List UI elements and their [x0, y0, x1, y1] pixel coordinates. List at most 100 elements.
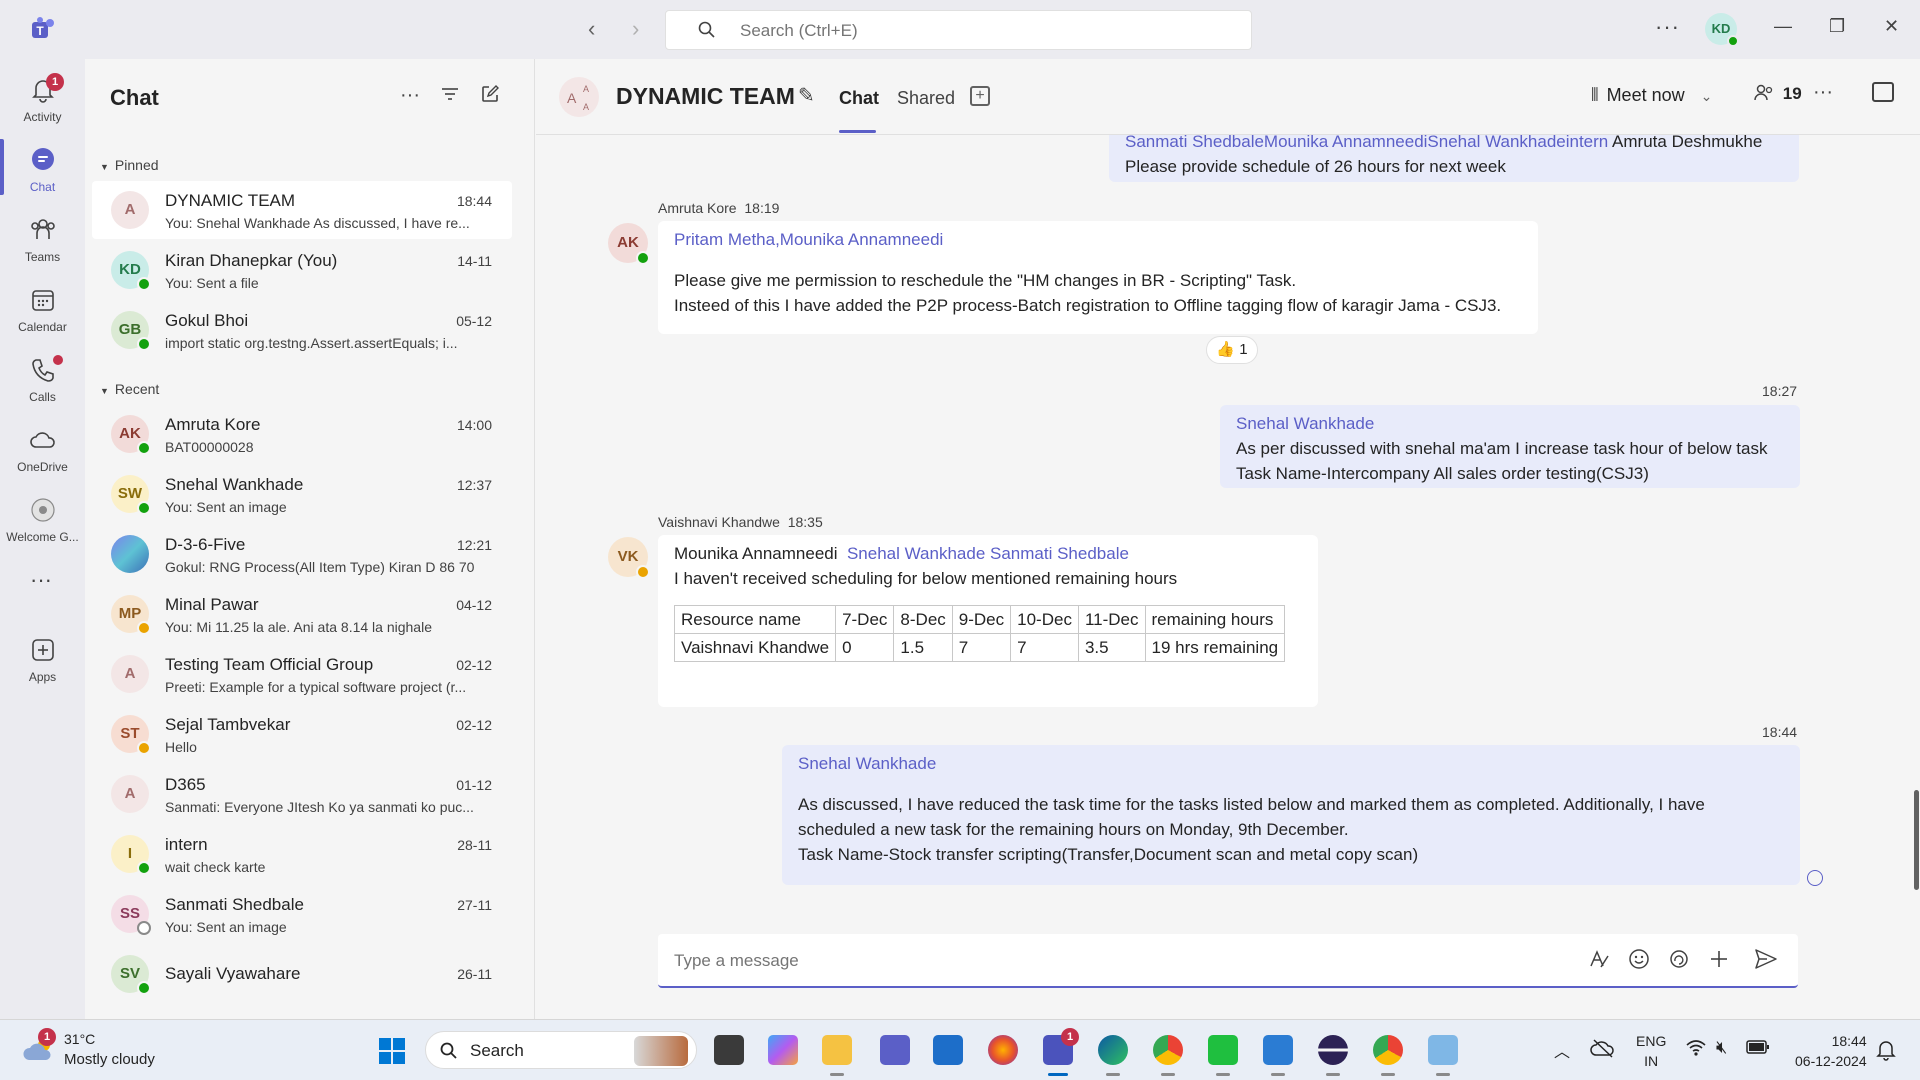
- copilot-icon[interactable]: [768, 1035, 798, 1065]
- tab-shared[interactable]: Shared: [897, 88, 955, 109]
- eclipse-icon[interactable]: [1318, 1035, 1348, 1065]
- meet-now-button[interactable]: ⫴ Meet now ⌄: [1591, 85, 1712, 106]
- taskbar-search[interactable]: Search: [425, 1031, 697, 1069]
- message-text: I haven't received scheduling for below …: [674, 569, 1178, 588]
- send-icon[interactable]: [1754, 948, 1778, 976]
- avatar-initials: MP: [118, 605, 142, 622]
- presence-available-icon: [137, 861, 151, 875]
- chat-item-amruta[interactable]: AK Amruta Kore 14:00 BAT00000028: [92, 405, 512, 463]
- user-avatar[interactable]: KD: [1705, 13, 1739, 47]
- restore-icon[interactable]: ❐: [1829, 16, 1845, 37]
- chat-item-dynamic-team[interactable]: A DYNAMIC TEAM 18:44 You: Snehal Wankhad…: [92, 181, 512, 239]
- reaction-like[interactable]: 👍 1: [1206, 336, 1258, 364]
- chevron-up-icon[interactable]: ︿: [1554, 1038, 1570, 1062]
- message-text: scheduled a new task for the remaining h…: [798, 820, 1349, 839]
- rail-calls[interactable]: Calls: [0, 347, 85, 415]
- participants-button[interactable]: 19: [1754, 84, 1802, 104]
- more-options-icon[interactable]: ···: [1655, 14, 1680, 40]
- rail-onedrive[interactable]: OneDrive: [0, 417, 85, 485]
- pinned-section-header[interactable]: ▼ Pinned: [100, 157, 159, 173]
- rail-more-apps[interactable]: ···: [0, 557, 85, 625]
- avatar: ST: [111, 715, 151, 755]
- more-options-icon[interactable]: ···: [400, 84, 420, 107]
- rail-activity[interactable]: 1 Activity: [0, 67, 85, 135]
- notepad-icon[interactable]: [1263, 1035, 1293, 1065]
- mention[interactable]: Snehal Wankhade: [798, 751, 1784, 776]
- running-indicator: [1161, 1073, 1175, 1076]
- chat-item-sayali[interactable]: SV Sayali Vyawahare 26-11: [92, 945, 512, 1003]
- forward-arrow-icon[interactable]: ›: [632, 16, 639, 42]
- message-time: 18:35: [787, 514, 823, 530]
- format-icon[interactable]: [1588, 948, 1610, 976]
- chat-item-testing-team[interactable]: A Testing Team Official Group 02-12 Pree…: [92, 645, 512, 703]
- chrome-profile-icon[interactable]: [1373, 1035, 1403, 1065]
- rail-calendar[interactable]: Calendar: [0, 277, 85, 345]
- system-clock[interactable]: 18:44 06-12-2024: [1795, 1031, 1867, 1071]
- chat-item-kiran[interactable]: KD Kiran Dhanepkar (You) 14-11 You: Sent…: [92, 241, 512, 299]
- edge-icon[interactable]: [1098, 1035, 1128, 1065]
- chat-item-minal[interactable]: MP Minal Pawar 04-12 You: Mi 11.25 la al…: [92, 585, 512, 643]
- tab-chat[interactable]: Chat: [839, 88, 879, 109]
- volume-muted-icon[interactable]: 🔇︎: [1716, 1037, 1727, 1058]
- wifi-icon[interactable]: [1685, 1038, 1707, 1063]
- chat-item-gokul[interactable]: GB Gokul Bhoi 05-12 import static org.te…: [92, 301, 512, 359]
- attach-plus-icon[interactable]: [1708, 948, 1730, 976]
- back-arrow-icon[interactable]: ‹: [588, 16, 595, 42]
- file-explorer-icon[interactable]: [822, 1035, 852, 1065]
- more-options-icon[interactable]: ···: [1813, 81, 1833, 104]
- new-chat-icon[interactable]: [480, 84, 500, 110]
- presence-away-icon: [636, 565, 650, 579]
- minimize-icon[interactable]: —: [1774, 16, 1792, 37]
- message-bubble[interactable]: Snehal Wankhade As discussed, I have red…: [782, 745, 1800, 885]
- global-search[interactable]: [665, 10, 1252, 50]
- rail-welcome[interactable]: Welcome G...: [0, 487, 85, 555]
- mention[interactable]: Snehal Wankhade: [1236, 411, 1784, 436]
- mention-list[interactable]: Sanmati ShedbaleMounika AnnamneediSnehal…: [1125, 135, 1608, 151]
- input-language[interactable]: ENG IN: [1636, 1031, 1666, 1071]
- onedrive-sync-icon[interactable]: [1590, 1037, 1616, 1064]
- chat-item-intern[interactable]: I intern 28-11 wait check karte: [92, 825, 512, 883]
- scrollbar-thumb[interactable]: [1914, 790, 1919, 890]
- message-input[interactable]: [674, 948, 1474, 974]
- rail-label: OneDrive: [17, 460, 68, 474]
- sender-avatar[interactable]: VK: [608, 537, 650, 579]
- chat-item-sanmati[interactable]: SS Sanmati Shedbale 27-11 You: Sent an i…: [92, 885, 512, 943]
- mention-list[interactable]: Snehal Wankhade Sanmati Shedbale: [847, 544, 1129, 563]
- rail-teams[interactable]: Teams: [0, 207, 85, 275]
- search-input[interactable]: [740, 20, 1220, 42]
- avatar: SS: [111, 895, 151, 935]
- chat-item-d365[interactable]: A D365 01-12 Sanmati: Everyone JItesh Ko…: [92, 765, 512, 823]
- firefox-icon[interactable]: [988, 1035, 1018, 1065]
- chat-item-snehal[interactable]: SW Snehal Wankhade 12:37 You: Sent an im…: [92, 465, 512, 523]
- close-icon[interactable]: ✕: [1884, 16, 1899, 37]
- chrome-icon[interactable]: [1153, 1035, 1183, 1065]
- battery-icon[interactable]: [1746, 1039, 1770, 1060]
- message-bubble[interactable]: Mounika Annamneedi Snehal Wankhade Sanma…: [658, 535, 1318, 707]
- rail-chat[interactable]: Chat: [0, 137, 85, 205]
- spreadsheet-app-icon[interactable]: [1208, 1035, 1238, 1065]
- loop-icon[interactable]: [1668, 948, 1690, 976]
- clock-time: 18:44: [1831, 1033, 1867, 1049]
- message-bubble[interactable]: Pritam Metha,Mounika Annamneedi Please g…: [658, 221, 1538, 334]
- sender-avatar[interactable]: AK: [608, 223, 650, 265]
- add-tab-icon[interactable]: +: [970, 86, 990, 106]
- rail-apps[interactable]: Apps: [0, 627, 85, 695]
- message-bubble[interactable]: Snehal Wankhade As per discussed with sn…: [1220, 405, 1800, 488]
- chat-item-sejal[interactable]: ST Sejal Tambvekar 02-12 Hello: [92, 705, 512, 763]
- compose-box[interactable]: [658, 934, 1798, 988]
- side-panel-icon[interactable]: [1872, 82, 1894, 102]
- recent-section-header[interactable]: ▼ Recent: [100, 381, 159, 397]
- emoji-icon[interactable]: [1628, 948, 1650, 976]
- chat-item-d36five[interactable]: D-3-6-Five 12:21 Gokul: RNG Process(All …: [92, 525, 512, 583]
- avatar-initials: KD: [119, 261, 141, 278]
- snipping-tool-icon[interactable]: [1428, 1035, 1458, 1065]
- windows-start-icon[interactable]: [378, 1037, 406, 1070]
- edit-pencil-icon[interactable]: ✎: [798, 83, 815, 108]
- filter-icon[interactable]: [440, 84, 460, 110]
- microsoft-store-icon[interactable]: [933, 1035, 963, 1065]
- notification-bell-icon[interactable]: [1876, 1039, 1896, 1066]
- task-view-icon[interactable]: [714, 1035, 744, 1065]
- message-bubble[interactable]: Sanmati ShedbaleMounika AnnamneediSnehal…: [1109, 135, 1799, 182]
- teams-personal-icon[interactable]: [880, 1035, 910, 1065]
- mention-list[interactable]: Pritam Metha,Mounika Annamneedi: [674, 227, 1522, 252]
